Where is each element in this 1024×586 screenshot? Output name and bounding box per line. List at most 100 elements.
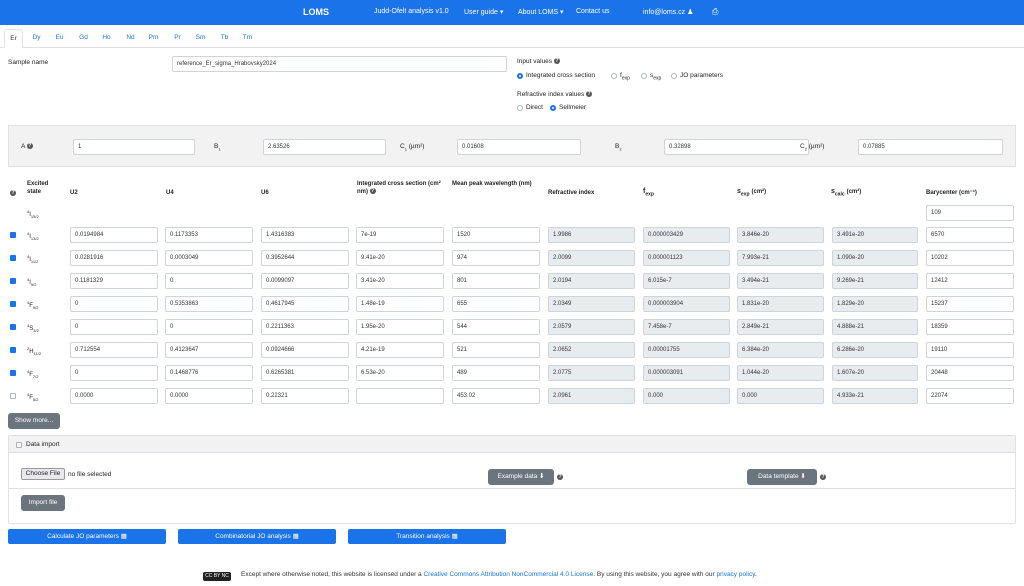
a-input[interactable]: 1 (73, 139, 195, 155)
calculate-jo-button[interactable]: Calculate JO parameters ▦ (8, 529, 166, 544)
print-icon[interactable]: ⎙ (712, 7, 718, 17)
bary-cell[interactable]: 20448 (926, 365, 1014, 381)
u2-cell[interactable]: 0 (70, 296, 158, 312)
tab-er[interactable]: Er (4, 29, 23, 48)
tab-ho[interactable]: Ho (98, 29, 115, 48)
u6-cell[interactable]: 0.0924666 (261, 342, 349, 358)
radio-integrated-cross-section[interactable] (517, 73, 523, 79)
row-checkbox[interactable] (10, 347, 16, 353)
u2-cell[interactable]: 0.0000 (70, 388, 158, 404)
bary-cell[interactable]: 19110 (926, 342, 1014, 358)
nav-jo-analysis[interactable]: Judd-Ofelt analysis v1.0 (374, 8, 449, 15)
tab-eu[interactable]: Eu (51, 29, 68, 48)
nav-contact[interactable]: Contact us (576, 8, 609, 15)
ics-cell[interactable]: 1.95e-20 (356, 319, 444, 335)
ics-cell[interactable]: 6.53e-20 (356, 365, 444, 381)
b1-input[interactable]: 2.63526 (263, 139, 386, 155)
u4-cell[interactable]: 0.1173353 (165, 227, 253, 243)
sample-name-input[interactable]: reference_Er_sigma_Hrabovsky2024 (172, 56, 507, 72)
b2-input[interactable]: 0.32898 (664, 139, 809, 155)
tab-pm[interactable]: Pm (145, 29, 162, 48)
example-data-button[interactable]: Example data ⬇ (488, 469, 554, 485)
mpw-cell[interactable]: 453.02 (452, 388, 540, 404)
ics-cell[interactable]: 4.21e-19 (356, 342, 444, 358)
u2-cell[interactable]: 0 (70, 319, 158, 335)
u6-cell[interactable]: 0.4617945 (261, 296, 349, 312)
u2-cell[interactable]: 0.0281916 (70, 250, 158, 266)
c2-input[interactable]: 0.07885 (858, 139, 1003, 155)
bary-cell[interactable]: 10202 (926, 250, 1014, 266)
bary-cell[interactable]: 15237 (926, 296, 1014, 312)
mpw-cell[interactable]: 655 (452, 296, 540, 312)
mpw-cell[interactable]: 801 (452, 273, 540, 289)
tab-nd[interactable]: Nd (122, 29, 139, 48)
combinatorial-jo-button[interactable]: Combinatorial JO analysis ▦ (178, 529, 336, 544)
transition-analysis-button[interactable]: Transition analysis ▦ (348, 529, 506, 544)
ground-barycenter-input[interactable]: 109 (926, 205, 1014, 221)
row-checkbox[interactable] (10, 393, 16, 399)
u4-cell[interactable]: 0.5353863 (165, 296, 253, 312)
ics-cell[interactable]: 3.41e-20 (356, 273, 444, 289)
help-icon[interactable]: ? (10, 190, 16, 196)
c1-input[interactable]: 0.01608 (457, 139, 581, 155)
radio-fexp[interactable] (611, 73, 617, 79)
bary-cell[interactable]: 22074 (926, 388, 1014, 404)
tab-dy[interactable]: Dy (28, 29, 45, 48)
tab-pr[interactable]: Pr (169, 29, 186, 48)
u4-cell[interactable]: 0.1468776 (165, 365, 253, 381)
mpw-cell[interactable]: 544 (452, 319, 540, 335)
row-checkbox[interactable] (10, 232, 16, 238)
data-import-checkbox[interactable] (16, 442, 22, 448)
privacy-link[interactable]: privacy policy (716, 571, 755, 578)
u2-cell[interactable]: 0.0194984 (70, 227, 158, 243)
bary-cell[interactable]: 6570 (926, 227, 1014, 243)
radio-direct[interactable] (517, 105, 523, 111)
mpw-cell[interactable]: 489 (452, 365, 540, 381)
row-checkbox[interactable] (10, 255, 16, 261)
data-import-header[interactable] (9, 436, 1015, 453)
show-more-button[interactable]: Show more... (8, 413, 60, 429)
tab-tb[interactable]: Tb (216, 29, 233, 48)
row-checkbox[interactable] (10, 301, 16, 307)
row-checkbox[interactable] (10, 370, 16, 376)
tab-sm[interactable]: Sm (192, 29, 209, 48)
mpw-cell[interactable]: 521 (452, 342, 540, 358)
u4-cell[interactable]: 0.4123647 (165, 342, 253, 358)
u6-cell[interactable]: 1.4316383 (261, 227, 349, 243)
row-checkbox[interactable] (10, 278, 16, 284)
help-icon[interactable]: ? (586, 91, 593, 98)
mpw-cell[interactable]: 974 (452, 250, 540, 266)
tab-tm[interactable]: Tm (239, 29, 256, 48)
u4-cell[interactable]: 0 (165, 319, 253, 335)
data-template-button[interactable]: Data template ⬇ (747, 469, 817, 485)
radio-sellmeier[interactable] (550, 105, 556, 111)
u2-cell[interactable]: 0.712554 (70, 342, 158, 358)
mpw-cell[interactable]: 1520 (452, 227, 540, 243)
license-link[interactable]: Creative Commons Attribution NonCommerci… (423, 571, 593, 578)
row-checkbox[interactable] (10, 324, 16, 330)
u4-cell[interactable]: 0.0000 (165, 388, 253, 404)
tab-gd[interactable]: Gd (75, 29, 92, 48)
bary-cell[interactable]: 18359 (926, 319, 1014, 335)
help-icon[interactable]: ? (820, 474, 826, 480)
u2-cell[interactable]: 0.1181329 (70, 273, 158, 289)
nav-about[interactable]: About LOMS ▾ (518, 8, 564, 16)
u6-cell[interactable]: 0.22321 (261, 388, 349, 404)
ics-cell[interactable]: 9.41e-20 (356, 250, 444, 266)
help-icon[interactable]: ? (26, 143, 33, 150)
help-icon[interactable]: ? (557, 474, 563, 480)
u6-cell[interactable]: 0.0099097 (261, 273, 349, 289)
ics-cell[interactable] (356, 388, 444, 404)
help-icon[interactable]: ? (553, 58, 560, 65)
u2-cell[interactable]: 0 (70, 365, 158, 381)
u4-cell[interactable]: 0 (165, 273, 253, 289)
choose-file-button[interactable]: Choose File (21, 468, 65, 480)
u6-cell[interactable]: 0.3952644 (261, 250, 349, 266)
ics-cell[interactable]: 1.48e-19 (356, 296, 444, 312)
help-icon[interactable]: ? (369, 188, 376, 195)
import-file-button[interactable]: Import file (21, 495, 65, 511)
bary-cell[interactable]: 12412 (926, 273, 1014, 289)
u6-cell[interactable]: 0.2211363 (261, 319, 349, 335)
nav-email[interactable]: info@loms.cz ♟ (643, 8, 693, 16)
nav-user-guide[interactable]: User guide ▾ (464, 8, 503, 16)
